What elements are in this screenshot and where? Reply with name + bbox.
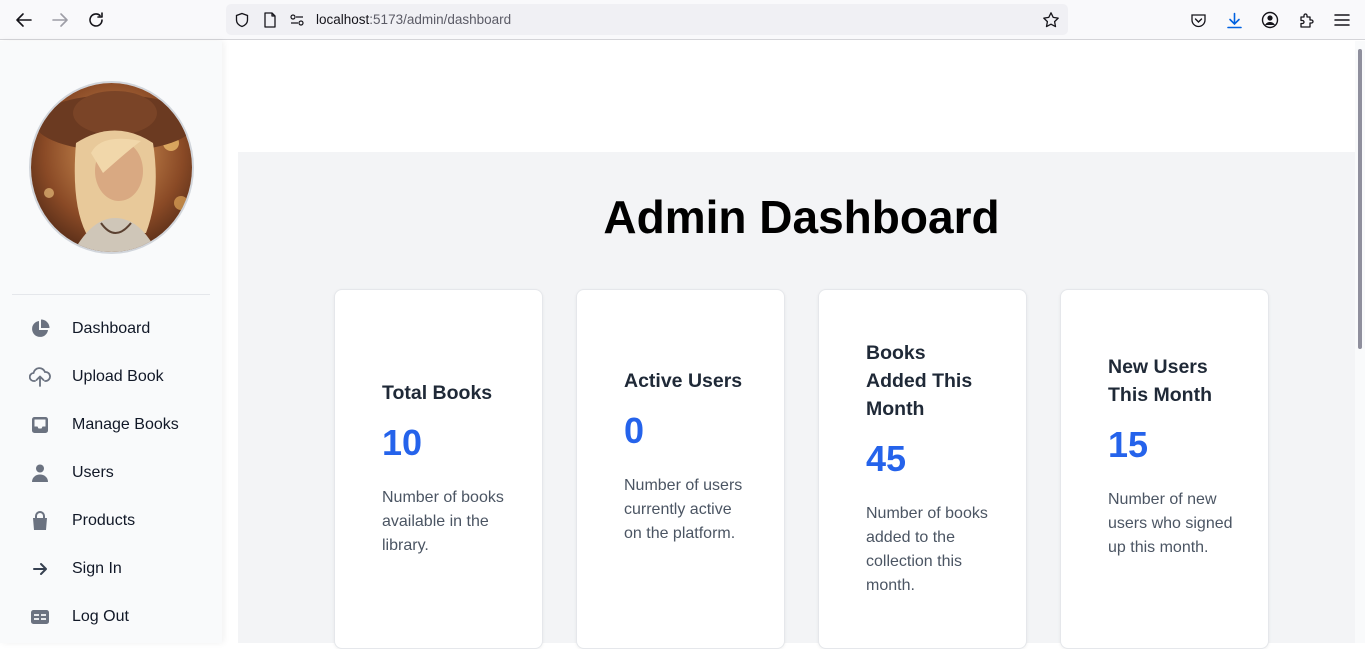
sidebar-item-upload-book[interactable]: Upload Book	[0, 356, 222, 400]
address-bar[interactable]: localhost:5173/admin/dashboard	[226, 4, 1068, 35]
sidebar-item-products[interactable]: Products	[0, 500, 222, 544]
card-title: Total Books	[382, 382, 493, 404]
stat-card-books-added: Books Added This Month 45 Number of book…	[818, 289, 1027, 649]
download-icon[interactable]	[1222, 8, 1246, 32]
page-scrollbar[interactable]	[1355, 41, 1365, 643]
card-title: Books Added This Month	[866, 342, 973, 420]
card-value: 0	[624, 410, 645, 451]
page-icon	[261, 11, 279, 29]
card-description: Number of books added to the collection …	[866, 505, 988, 594]
stat-card-total-books: Total Books 10 Number of books available…	[334, 289, 543, 649]
card-description: Number of books available in the library…	[382, 489, 504, 554]
sidebar-item-label: Sign In	[72, 560, 122, 577]
sidebar-item-log-out[interactable]: Log Out	[0, 596, 222, 640]
sidebar-item-manage-books[interactable]: Manage Books	[0, 404, 222, 448]
menu-hamburger-icon[interactable]	[1330, 8, 1354, 32]
browser-toolbar: localhost:5173/admin/dashboard	[0, 0, 1365, 40]
sidebar-item-users[interactable]: Users	[0, 452, 222, 496]
url-host: localhost	[316, 12, 370, 27]
reload-icon[interactable]	[84, 8, 108, 32]
forward-arrow-icon[interactable]	[48, 8, 72, 32]
pie-chart-icon	[29, 318, 51, 340]
sidebar-item-label: Dashboard	[72, 320, 151, 337]
user-icon	[29, 462, 51, 484]
sidebar: Dashboard Upload Book Manage Books Users…	[0, 41, 222, 643]
avatar	[29, 81, 194, 254]
card-description: Number of users currently active on the …	[624, 477, 743, 542]
arrow-right-icon	[29, 558, 51, 580]
card-value: 15	[1108, 424, 1149, 465]
sidebar-item-label: Manage Books	[72, 416, 179, 433]
url-text[interactable]: localhost:5173/admin/dashboard	[316, 12, 511, 27]
pocket-icon[interactable]	[1186, 8, 1210, 32]
sidebar-divider	[12, 294, 210, 295]
sidebar-item-label: Products	[72, 512, 136, 529]
card-value: 45	[866, 438, 907, 479]
shield-icon[interactable]	[233, 11, 251, 29]
extensions-icon[interactable]	[1294, 8, 1318, 32]
stat-card-new-users: New Users This Month 15 Number of new us…	[1060, 289, 1269, 649]
card-description: Number of new users who signed up this m…	[1108, 491, 1233, 556]
card-value: 10	[382, 422, 423, 463]
sidebar-item-label: Log Out	[72, 608, 129, 625]
table-icon	[29, 606, 51, 628]
card-title: New Users This Month	[1108, 356, 1212, 406]
permissions-icon[interactable]	[288, 11, 306, 29]
sidebar-item-dashboard[interactable]: Dashboard	[0, 308, 222, 352]
bookmark-star-icon[interactable]	[1042, 11, 1060, 29]
account-icon[interactable]	[1258, 8, 1282, 32]
cloud-upload-icon	[29, 366, 51, 388]
page-title: Admin Dashboard	[603, 191, 1000, 243]
shopping-bag-icon	[29, 510, 51, 532]
stat-card-active-users: Active Users 0 Number of users currently…	[576, 289, 785, 649]
sidebar-item-label: Upload Book	[72, 368, 164, 385]
scrollbar-thumb[interactable]	[1358, 49, 1362, 349]
sidebar-item-sign-in[interactable]: Sign In	[0, 548, 222, 592]
inbox-icon	[29, 414, 51, 436]
sidebar-item-label: Users	[72, 464, 114, 481]
url-path: :5173/admin/dashboard	[369, 12, 512, 27]
back-arrow-icon[interactable]	[12, 8, 36, 32]
card-title: Active Users	[624, 370, 743, 392]
